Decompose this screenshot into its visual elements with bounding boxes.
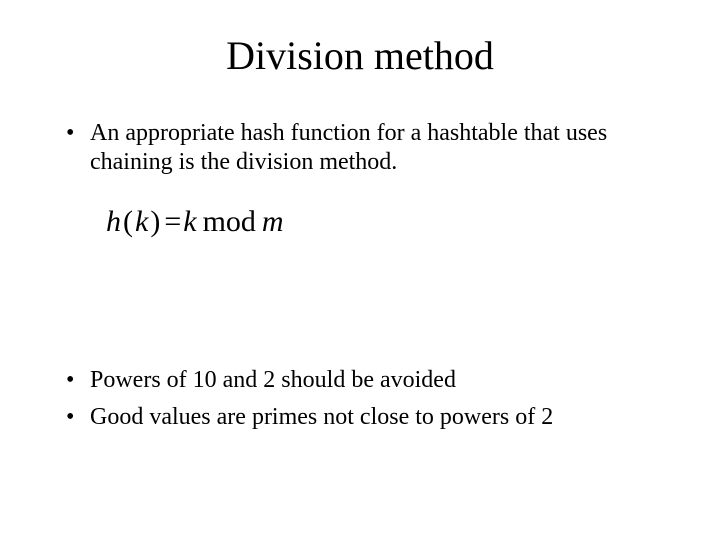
slide: Division method An appropriate hash func… <box>0 0 720 540</box>
list-item: An appropriate hash function for a hasht… <box>60 119 660 177</box>
formula-rhs-left: k <box>183 205 196 238</box>
open-paren: ( <box>121 205 135 238</box>
formula-rhs-right: m <box>262 205 284 238</box>
equals-sign: = <box>162 205 183 238</box>
close-paren: ) <box>148 205 162 238</box>
list-item: Powers of 10 and 2 should be avoided <box>60 366 660 395</box>
formula-arg: k <box>135 205 148 238</box>
formula-operator: mod <box>197 205 262 238</box>
bullet-list-top: An appropriate hash function for a hasht… <box>60 119 660 177</box>
formula: h(k)=kmodm <box>106 205 660 239</box>
slide-title: Division method <box>60 32 660 79</box>
list-item: Good values are primes not close to powe… <box>60 403 660 432</box>
bullet-list-bottom: Powers of 10 and 2 should be avoided Goo… <box>60 366 660 432</box>
formula-function: h <box>106 205 121 238</box>
lower-block: Powers of 10 and 2 should be avoided Goo… <box>60 366 660 440</box>
